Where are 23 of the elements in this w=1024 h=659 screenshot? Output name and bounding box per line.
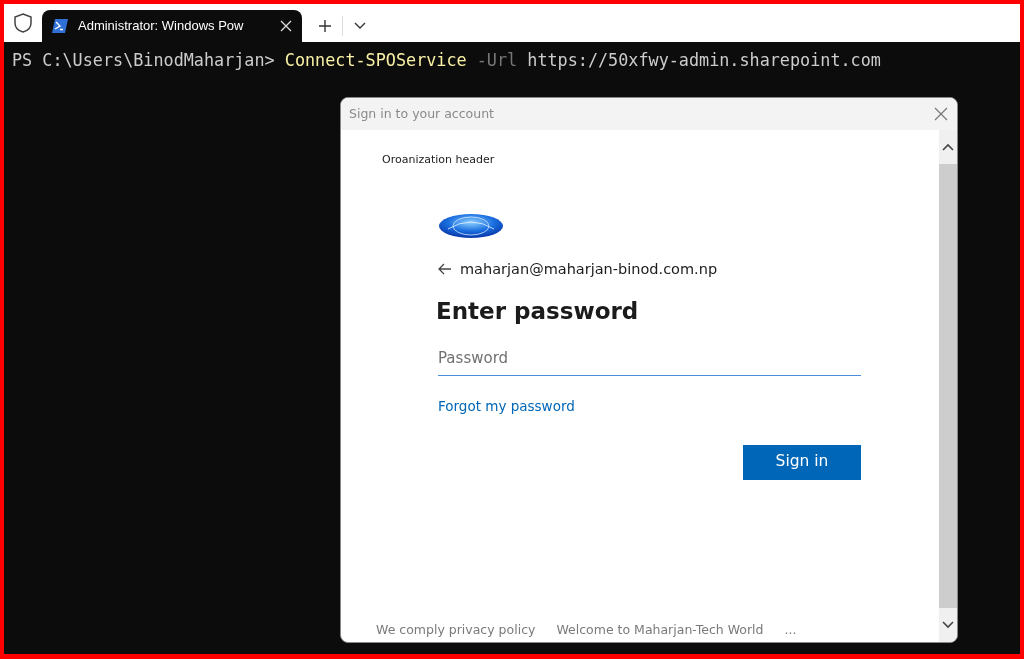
dialog-title: Sign in to your account [349,104,494,123]
scroll-up-icon[interactable] [942,143,954,151]
page-heading: Enter password [436,297,640,327]
organization-header: Oroanization header [382,152,496,168]
footer-link[interactable]: Welcome to Maharjan-Tech World [556,621,764,640]
more-link[interactable]: ... [784,621,797,640]
close-icon[interactable] [280,20,292,32]
forgot-password-link[interactable]: Forgot my password [438,396,575,417]
scrollbar[interactable] [939,130,957,642]
footer-link[interactable]: We comply privacy policy [376,621,536,640]
sign-in-button[interactable]: Sign in [743,444,861,480]
close-button[interactable] [933,106,949,122]
shield-icon [12,12,34,34]
tab-title: Administrator: Windows Pow [78,17,245,36]
command-line: PS C:\Users\BinodMaharjan> Connect-SPOService -Url https://50xfwy-admin.sharepoint.com [12,49,882,72]
scroll-down-icon[interactable] [942,621,954,629]
terminal-tab[interactable]: Administrator: Windows Pow [42,10,302,42]
plus-icon [318,19,332,33]
back-arrow-icon[interactable] [438,263,452,276]
logo-icon [438,212,504,239]
chevron-down-icon [354,22,366,30]
account-email: maharjan@maharjan-binod.com.np [460,259,718,279]
powershell-icon [52,19,68,33]
